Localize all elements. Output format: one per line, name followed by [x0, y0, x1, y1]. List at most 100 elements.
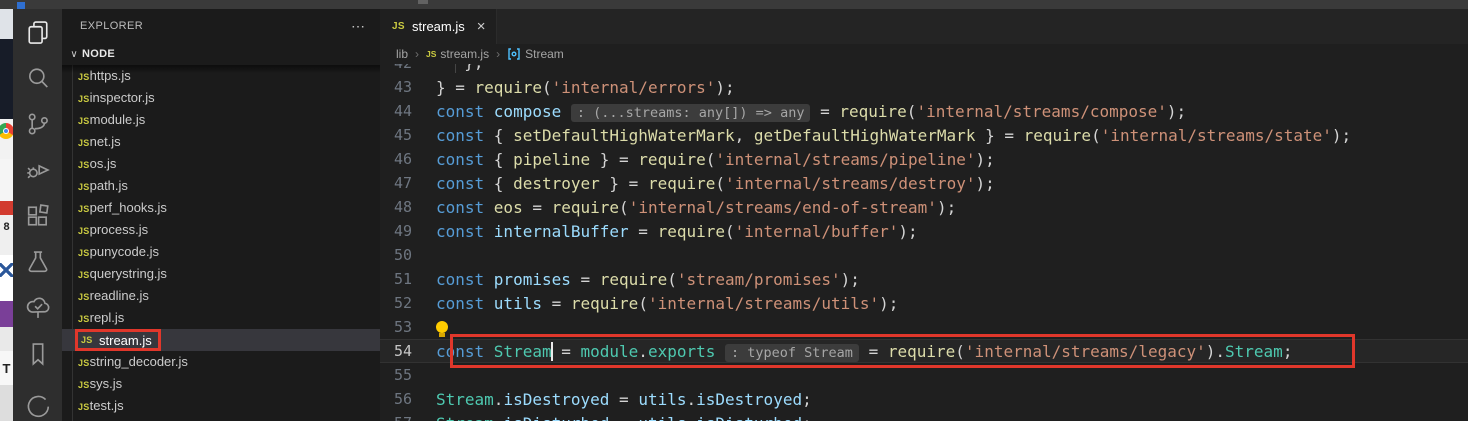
js-file-icon: JS — [78, 116, 90, 126]
code-token: ); — [841, 270, 860, 289]
file-row-process-js[interactable]: JSprocess.js — [62, 219, 380, 241]
code-token: const — [436, 270, 494, 289]
code-line-53[interactable]: 53 — [380, 315, 1468, 339]
indent-guide — [455, 64, 456, 73]
code-token: utils — [638, 390, 686, 409]
code-token: , — [735, 126, 754, 145]
file-row-string_decoder-js[interactable]: JSstring_decoder.js — [62, 351, 380, 373]
js-file-icon: JS — [78, 358, 90, 368]
code-token: require — [475, 78, 542, 97]
code-line-52[interactable]: 52const utils = require('internal/stream… — [380, 291, 1468, 315]
file-row-os-js[interactable]: JSos.js — [62, 153, 380, 175]
source-control-icon[interactable] — [13, 101, 62, 147]
code-line-54[interactable]: 54const Stream = module.exports : typeof… — [380, 339, 1468, 363]
file-row-path-js[interactable]: JSpath.js — [62, 175, 380, 197]
file-row-inspector-js[interactable]: JSinspector.js — [62, 87, 380, 109]
breadcrumb-lib[interactable]: lib — [396, 47, 408, 61]
code-token: isDisturbed — [503, 414, 609, 421]
code-line-56[interactable]: 56Stream.isDestroyed = utils.isDestroyed… — [380, 387, 1468, 411]
code-token: = — [571, 270, 600, 289]
code-token: destroyer — [513, 174, 600, 193]
line-number: 50 — [380, 246, 436, 264]
code-area[interactable]: 42 },43} = require('internal/errors');44… — [380, 64, 1468, 421]
file-row-querystring-js[interactable]: JSquerystring.js — [62, 263, 380, 285]
file-row-readline-js[interactable]: JSreadline.js — [62, 285, 380, 307]
code-line-57[interactable]: 57Stream.isDisturbed = utils.isDisturbed… — [380, 411, 1468, 421]
code-token: { — [494, 126, 513, 145]
todo-tree-icon[interactable] — [13, 285, 62, 331]
folder-section-node[interactable]: ∨ NODE — [62, 43, 380, 65]
background-window-sliver: 8 T — [0, 9, 13, 421]
file-row-https-js[interactable]: JShttps.js — [62, 65, 380, 87]
code-token: ( — [725, 222, 735, 241]
tab-stream-js[interactable]: JS stream.js × — [380, 9, 497, 44]
file-row-net-js[interactable]: JSnet.js — [62, 131, 380, 153]
breadcrumb-symbol[interactable]: Stream — [525, 47, 564, 61]
code-token: require — [600, 270, 667, 289]
code-token: ( — [706, 150, 716, 169]
breadcrumb-file[interactable]: stream.js — [440, 47, 489, 61]
file-name: https.js — [90, 68, 131, 83]
line-number: 55 — [380, 366, 436, 384]
line-content: const eos = require('internal/streams/en… — [436, 198, 956, 217]
file-row-sys-js[interactable]: JSsys.js — [62, 373, 380, 395]
file-row-punycode-js[interactable]: JSpunycode.js — [62, 241, 380, 263]
run-and-debug-icon[interactable] — [13, 147, 62, 193]
line-content: const internalBuffer = require('internal… — [436, 222, 918, 241]
code-line-44[interactable]: 44const compose : (...streams: any[]) =>… — [380, 99, 1468, 123]
code-token: isDestroyed — [503, 390, 609, 409]
code-line-51[interactable]: 51const promises = require('stream/promi… — [380, 267, 1468, 291]
code-line-42[interactable]: 42 }, — [380, 64, 1468, 75]
file-row-module-js[interactable]: JSmodule.js — [62, 109, 380, 131]
close-icon[interactable]: × — [477, 19, 486, 34]
file-row-timers-js[interactable]: JStimers.js — [62, 417, 380, 421]
code-line-55[interactable]: 55 — [380, 363, 1468, 387]
code-token: const — [436, 174, 494, 193]
file-name: stream.js — [99, 333, 152, 348]
code-token: internalBuffer — [494, 222, 629, 241]
line-number: 49 — [380, 222, 436, 240]
file-row-stream-js[interactable]: JSstream.js — [62, 329, 380, 351]
code-token: ; — [802, 414, 812, 421]
file-name: inspector.js — [90, 90, 155, 105]
testing-beaker-icon[interactable] — [13, 239, 62, 285]
code-token: ); — [1332, 126, 1351, 145]
explorer-header: EXPLORER ⋯ — [62, 9, 380, 43]
line-number: 48 — [380, 198, 436, 216]
line-number: 52 — [380, 294, 436, 312]
line-content: const { destroyer } = require('internal/… — [436, 174, 995, 193]
partial-circle-icon[interactable] — [13, 377, 62, 417]
code-line-48[interactable]: 48const eos = require('internal/streams/… — [380, 195, 1468, 219]
code-line-49[interactable]: 49const internalBuffer = require('intern… — [380, 219, 1468, 243]
extensions-icon[interactable] — [13, 193, 62, 239]
code-line-46[interactable]: 46const { pipeline } = require('internal… — [380, 147, 1468, 171]
code-token: getDefaultHighWaterMark — [754, 126, 976, 145]
line-number: 51 — [380, 270, 436, 288]
line-content: const Stream = module.exports : typeof S… — [436, 342, 1292, 361]
file-name: path.js — [90, 178, 128, 193]
line-content — [436, 318, 448, 337]
line-content: } = require('internal/errors'); — [436, 78, 735, 97]
js-file-icon: JS — [78, 160, 90, 170]
code-line-45[interactable]: 45const { setDefaultHighWaterMark, getDe… — [380, 123, 1468, 147]
file-row-repl-js[interactable]: JSrepl.js — [62, 307, 380, 329]
code-token: ); — [879, 294, 898, 313]
more-actions-icon[interactable]: ⋯ — [351, 18, 366, 35]
bookmarks-icon[interactable] — [13, 331, 62, 377]
code-token: = — [609, 390, 638, 409]
code-line-50[interactable]: 50 — [380, 243, 1468, 267]
code-line-47[interactable]: 47const { destroyer } = require('interna… — [380, 171, 1468, 195]
file-name: module.js — [90, 112, 146, 127]
file-row-test-js[interactable]: JStest.js — [62, 395, 380, 417]
file-row-perf_hooks-js[interactable]: JSperf_hooks.js — [62, 197, 380, 219]
breadcrumb-separator: › — [496, 47, 500, 61]
symbol-icon — [507, 47, 521, 61]
code-token: { — [494, 174, 513, 193]
code-line-43[interactable]: 43} = require('internal/errors'); — [380, 75, 1468, 99]
explorer-icon[interactable] — [13, 9, 62, 55]
code-token: = — [859, 342, 888, 361]
search-icon[interactable] — [13, 55, 62, 101]
breadcrumb-separator: › — [415, 47, 419, 61]
folder-section-label: NODE — [82, 48, 115, 60]
code-token: Stream — [436, 414, 494, 421]
